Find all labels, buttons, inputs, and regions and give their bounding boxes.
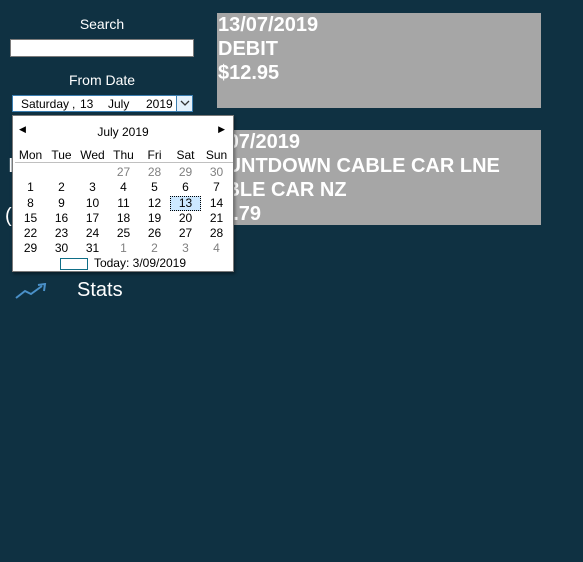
calendar-day[interactable]: 19	[139, 211, 170, 226]
next-month-icon[interactable]: ▶	[218, 124, 225, 135]
calendar-week-row: 8 9 10 11 12 13 14	[15, 195, 233, 211]
calendar-day[interactable]: 11	[108, 196, 139, 211]
calendar-day[interactable]: 24	[77, 226, 108, 241]
calendar-day[interactable]: 26	[139, 226, 170, 241]
calendar-day[interactable]: 28	[201, 226, 232, 241]
calendar-day[interactable]: 16	[46, 211, 77, 226]
from-date-label: From Date	[68, 72, 136, 88]
calendar-day[interactable]: 5	[139, 180, 170, 195]
calendar-day[interactable]: 28	[139, 165, 170, 180]
today-link[interactable]: Today: 3/09/2019	[13, 256, 233, 270]
calendar-day[interactable]: 1	[108, 241, 139, 256]
calendar-week-row: 15 16 17 18 19 20 21	[15, 211, 233, 226]
calendar-day[interactable]: 3	[77, 180, 108, 195]
calendar-day[interactable]: 21	[201, 211, 232, 226]
date-month[interactable]: July	[108, 97, 129, 112]
calendar-day[interactable]: 29	[15, 241, 46, 256]
transaction-description: OUNTDOWN CABLE CAR LNE	[217, 155, 500, 177]
date-day-name[interactable]: Saturday	[21, 97, 69, 112]
date-day[interactable]: 13	[80, 97, 93, 112]
calendar-day[interactable]: 25	[108, 226, 139, 241]
calendar-day[interactable]: 15	[15, 211, 46, 226]
calendar-day[interactable]: 29	[170, 165, 201, 180]
calendar-week-row: 29 30 31 1 2 3 4	[15, 241, 233, 256]
transaction-description: ABLE CAR NZ	[217, 179, 347, 201]
from-date-picker[interactable]: Saturday , 13 July 2019	[12, 95, 193, 112]
weekday-header: Fri	[147, 148, 162, 162]
calendar-day[interactable]: 30	[46, 241, 77, 256]
calendar-day[interactable]: 7	[201, 180, 232, 195]
weekday-header: Mon	[18, 148, 43, 162]
transaction-card[interactable]: 3/07/2019 OUNTDOWN CABLE CAR LNE ABLE CA…	[217, 130, 541, 225]
calendar-empty-cell	[15, 165, 46, 180]
calendar-day[interactable]: 17	[77, 211, 108, 226]
calendar-weekday-row: Mon Tue Wed Thu Fri Sat Sun	[15, 148, 233, 163]
weekday-header: Sun	[205, 148, 228, 162]
calendar-day[interactable]: 27	[170, 226, 201, 241]
calendar-day[interactable]: 13	[170, 195, 201, 211]
calendar-day[interactable]: 3	[170, 241, 201, 256]
calendar-day[interactable]: 27	[108, 165, 139, 180]
search-label: Search	[79, 16, 125, 32]
weekday-header: Wed	[80, 148, 105, 162]
calendar-popup[interactable]: ◀ July 2019 ▶ Mon Tue Wed Thu Fri Sat Sun 27 28…	[12, 115, 234, 272]
calendar-week-row: 22 23 24 25 26 27 28	[15, 226, 233, 241]
calendar-empty-cell	[46, 165, 77, 180]
today-label: Today: 3/09/2019	[93, 256, 187, 270]
calendar-day[interactable]: 14	[201, 196, 232, 211]
transaction-type: DEBIT	[218, 38, 278, 60]
transaction-card[interactable]: 13/07/2019 DEBIT $12.95	[217, 13, 541, 108]
calendar-day[interactable]: 20	[170, 211, 201, 226]
stats-nav-label[interactable]: Stats	[77, 279, 123, 302]
weekday-header: Thu	[113, 148, 134, 162]
date-year[interactable]: 2019	[146, 97, 173, 112]
calendar-day[interactable]: 10	[77, 196, 108, 211]
calendar-month-title[interactable]: July 2019	[13, 125, 233, 139]
calendar-day[interactable]: 2	[46, 180, 77, 195]
transaction-date: 13/07/2019	[218, 14, 319, 36]
date-separator: ,	[72, 97, 76, 111]
calendar-day[interactable]: 6	[170, 180, 201, 195]
calendar-week-row: 1234567	[15, 180, 233, 195]
chevron-down-icon[interactable]	[176, 96, 192, 111]
calendar-day[interactable]: 9	[46, 196, 77, 211]
calendar-day[interactable]: 23	[46, 226, 77, 241]
calendar-day[interactable]: 2	[139, 241, 170, 256]
calendar-day[interactable]: 12	[139, 196, 170, 211]
calendar-day[interactable]: 22	[15, 226, 46, 241]
calendar-day[interactable]: 4	[201, 241, 232, 256]
transaction-amount: $12.95	[218, 62, 280, 84]
calendar-day[interactable]: 1	[15, 180, 46, 195]
calendar-day[interactable]: 31	[77, 241, 108, 256]
obscured-fragment: (	[5, 205, 12, 227]
calendar-empty-cell	[77, 165, 108, 180]
calendar-day[interactable]: 8	[15, 196, 46, 211]
weekday-header: Tue	[51, 148, 72, 162]
search-input[interactable]	[10, 39, 194, 57]
calendar-day[interactable]: 18	[108, 211, 139, 226]
calendar-week-row: 27 28 29 30	[15, 165, 233, 180]
weekday-header: Sat	[176, 148, 195, 162]
calendar-grid: Mon Tue Wed Thu Fri Sat Sun 27 28 29 30 1 2 3 4 5 6 7 8 9 1…	[15, 148, 233, 257]
today-marker	[59, 257, 88, 270]
trend-up-icon[interactable]	[14, 282, 48, 301]
calendar-day[interactable]: 30	[201, 165, 232, 180]
calendar-day[interactable]: 4	[108, 180, 139, 195]
